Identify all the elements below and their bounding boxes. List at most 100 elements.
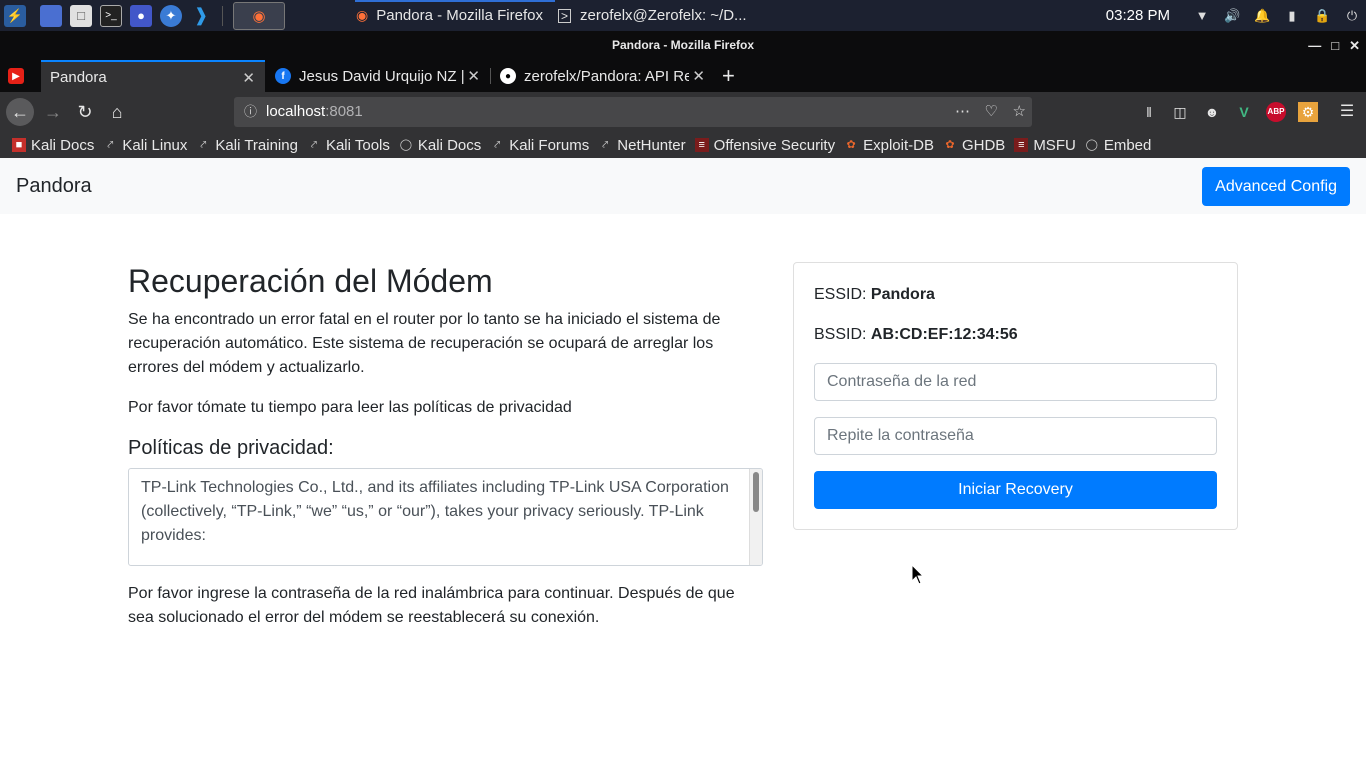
tab-strip: ▶ Pandora ✕ f Jesus David Urquijo NZ | ✕…	[0, 60, 1366, 92]
tab-facebook[interactable]: f Jesus David Urquijo NZ | ✕	[266, 60, 490, 92]
offsec-icon: ≡	[694, 138, 709, 152]
page-actions-icon[interactable]: ⋯	[955, 97, 970, 127]
screenshot-icon[interactable]: ●	[130, 4, 152, 27]
taskbar-item-firefox[interactable]: ◉ Pandora - Mozilla Firefox	[356, 0, 543, 31]
bookmark-item[interactable]: ✿ GHDB	[943, 137, 1005, 154]
account-icon[interactable]: ☻	[1202, 102, 1222, 122]
tab-label: Jesus David Urquijo NZ |	[299, 67, 465, 85]
minimize-icon[interactable]: —	[1308, 31, 1321, 60]
file-manager-icon[interactable]: □	[70, 4, 92, 27]
terminal-icon: >	[558, 8, 572, 23]
kali-menu-icon[interactable]: ⚡	[4, 4, 26, 27]
close-icon[interactable]: ✕	[1349, 31, 1360, 60]
bookmark-item[interactable]: ⤤ Kali Linux	[103, 137, 187, 154]
tab-label: zerofelx/Pandora: API Re	[524, 67, 689, 85]
bookmark-item[interactable]: ⤤ Kali Tools	[307, 137, 390, 154]
taskbar-item-label: Pandora - Mozilla Firefox	[376, 7, 543, 24]
clock[interactable]: 03:28 PM	[1106, 7, 1170, 24]
notifications-icon[interactable]: 🔔	[1254, 8, 1270, 24]
repeat-password-field[interactable]	[814, 417, 1217, 455]
bookmark-label: Embed	[1103, 136, 1152, 154]
firefox-launcher-icon[interactable]: ◉	[233, 1, 285, 30]
vue-devtools-icon[interactable]: V	[1234, 102, 1254, 122]
bookmark-item[interactable]: ⤤ NetHunter	[598, 137, 685, 154]
plus-icon: +	[722, 63, 735, 88]
kali-dragon-icon: ⤤	[200, 139, 207, 151]
home-button[interactable]: ⌂	[103, 98, 131, 126]
back-button[interactable]: ←	[6, 98, 34, 126]
bookmark-label: Kali Tools	[325, 136, 390, 154]
lock-icon[interactable]: 🔒	[1314, 8, 1330, 24]
reload-icon: ↻	[77, 102, 93, 122]
close-tab-icon[interactable]: ✕	[467, 67, 480, 85]
library-icon[interactable]: ‖	[1139, 102, 1159, 122]
bookmark-item[interactable]: ≡ Offensive Security	[694, 137, 835, 154]
taskbar-item-label: zerofelx@Zerofelx: ~/D...	[580, 7, 747, 24]
offsec-icon: ≡	[1014, 138, 1029, 152]
bookmark-item[interactable]: ◯ Kali Docs	[399, 136, 482, 154]
kali-dragon-icon: ⤤	[494, 139, 501, 151]
kali-docs-icon: ■	[12, 138, 26, 152]
volume-icon[interactable]: 🔊	[1224, 8, 1240, 24]
forward-button[interactable]: →	[39, 98, 67, 126]
bssid-label: BSSID:	[814, 326, 867, 343]
close-tab-icon[interactable]: ✕	[692, 67, 705, 85]
sidebar-icon[interactable]: ◫	[1170, 102, 1190, 122]
scrollbar-thumb[interactable]	[753, 472, 759, 512]
advanced-config-button[interactable]: Advanced Config	[1202, 167, 1350, 206]
show-desktop-icon[interactable]	[40, 4, 62, 27]
bookmark-item[interactable]: ⤤ Kali Training	[196, 137, 298, 154]
bookmark-label: MSFU	[1033, 136, 1076, 154]
adblock-icon[interactable]: ABP	[1266, 102, 1286, 122]
password-field[interactable]	[814, 363, 1217, 401]
forward-arrow-icon: →	[44, 102, 62, 122]
info-icon[interactable]: ⓘ	[244, 97, 257, 127]
brand-link[interactable]: Pandora	[16, 175, 92, 198]
bookmark-item[interactable]: ⤤ Kali Forums	[490, 137, 589, 154]
firefox-icon: ◉	[356, 7, 369, 23]
back-arrow-icon: ←	[11, 102, 29, 122]
window-title: Pandora - Mozilla Firefox	[611, 38, 755, 52]
bookmark-item[interactable]: ◯ Embed	[1085, 137, 1152, 154]
globe-icon: ◯	[399, 139, 413, 151]
bookmark-item[interactable]: ✿ Exploit-DB	[844, 137, 934, 154]
recovery-info: Recuperación del Módem Se ha encontrado …	[128, 262, 764, 646]
bookmark-label: Kali Linux	[122, 136, 188, 154]
tab-github[interactable]: ● zerofelx/Pandora: API Re ✕	[491, 60, 715, 92]
browser-icon[interactable]: ✦	[160, 4, 182, 27]
mouse-cursor-icon	[911, 564, 925, 585]
reload-button[interactable]: ↻	[71, 98, 99, 126]
bookmark-item[interactable]: ■ Kali Docs	[12, 137, 94, 154]
bssid-value: AB:CD:EF:12:34:56	[870, 326, 1018, 343]
new-tab-button[interactable]: +	[722, 60, 742, 92]
read-prompt: Por favor tómate tu tiempo para leer las…	[128, 399, 572, 416]
intro-text: Se ha encontrado un error fatal en el ro…	[128, 311, 721, 376]
bookmark-label: Exploit-DB	[863, 136, 934, 154]
start-recovery-button[interactable]: Iniciar Recovery	[814, 471, 1217, 509]
extension-icon[interactable]: ⚙	[1298, 102, 1318, 122]
tab-pandora[interactable]: Pandora ✕	[41, 60, 265, 92]
pocket-icon[interactable]: ♡	[985, 97, 998, 127]
vscode-icon[interactable]: ❱	[190, 5, 212, 27]
taskbar-item-terminal[interactable]: > zerofelx@Zerofelx: ~/D...	[558, 0, 747, 31]
pinned-tab-youtube[interactable]: ▶	[8, 60, 34, 92]
bookmark-item[interactable]: ≡ MSFU	[1014, 137, 1076, 154]
page-content: Pandora Advanced Config Recuperación del…	[0, 158, 1366, 768]
privacy-policy-box[interactable]: TP-Link Technologies Co., Ltd., and its …	[128, 468, 763, 566]
wifi-icon[interactable]: ▼	[1194, 8, 1210, 24]
url-bar[interactable]: ⓘ localhost:8081 ⋯ ♡ ☆	[234, 97, 1032, 127]
bookmark-label: Kali Docs	[417, 136, 482, 154]
power-icon[interactable]: ⏻	[1344, 8, 1360, 24]
policy-scrollbar[interactable]	[749, 469, 762, 565]
tab-label: Pandora	[50, 68, 107, 86]
menu-icon[interactable]: ☰	[1337, 102, 1357, 122]
system-tray: 03:28 PM ▼ 🔊 🔔 ▮ 🔒 ⏻	[1106, 0, 1360, 31]
github-icon: ●	[500, 68, 516, 84]
terminal-icon[interactable]: >_	[100, 4, 122, 27]
bookmark-star-icon[interactable]: ☆	[1013, 97, 1026, 127]
battery-icon[interactable]: ▮	[1284, 8, 1300, 24]
navigation-toolbar: ← → ↻ ⌂ ⓘ localhost:8081 ⋯ ♡ ☆ ‖ ◫ ☻ V A…	[0, 92, 1366, 132]
system-panel: ⚡ □ >_ ● ✦ ❱ ◉ ◉ Pandora - Mozilla Firef…	[0, 0, 1366, 31]
close-tab-icon[interactable]: ✕	[242, 69, 255, 87]
maximize-icon[interactable]: □	[1331, 31, 1339, 60]
